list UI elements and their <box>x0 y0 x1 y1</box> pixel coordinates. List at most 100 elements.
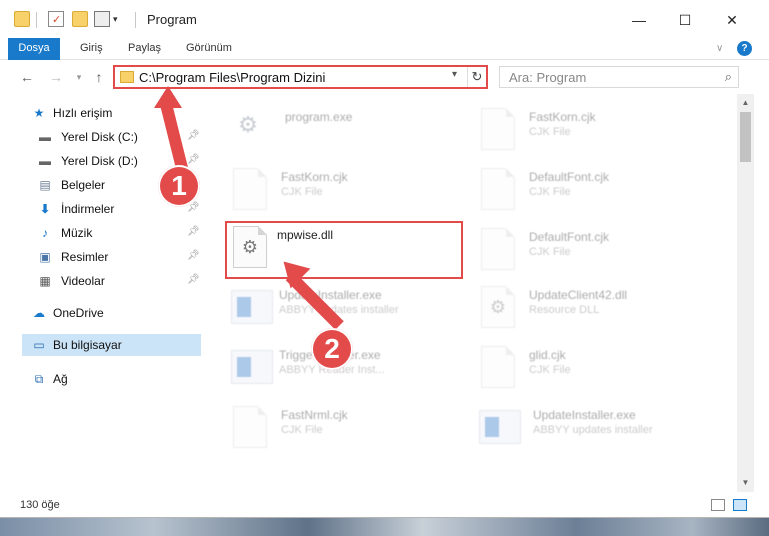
desktop-background <box>0 518 769 536</box>
tab-view[interactable]: Görünüm <box>186 38 232 60</box>
divider <box>135 12 136 28</box>
scroll-thumb[interactable] <box>740 112 751 162</box>
maximize-button[interactable]: ☐ <box>670 8 700 32</box>
properties-icon[interactable]: ✓ <box>48 11 64 27</box>
videos-icon: ▦ <box>39 274 51 288</box>
application-icon <box>231 290 273 324</box>
chevron-down-icon[interactable]: ▾ <box>452 69 457 80</box>
collapse-ribbon-icon[interactable]: ∨ <box>716 38 723 60</box>
file-type: CJK File <box>281 186 323 198</box>
file-type: ABBYY updates installer <box>279 304 399 316</box>
scroll-up-icon[interactable]: ▲ <box>737 96 754 110</box>
divider <box>36 12 37 28</box>
file-icon <box>233 168 267 210</box>
minimize-button[interactable]: — <box>624 8 654 32</box>
tab-file[interactable]: Dosya <box>8 38 60 60</box>
highlight-box <box>225 221 463 279</box>
file-type: Resource DLL <box>529 304 600 316</box>
tab-home[interactable]: Giriş <box>80 38 103 60</box>
sidebar-item-label: Videolar <box>61 274 105 288</box>
up-button[interactable]: ↑ <box>90 68 108 86</box>
file-item[interactable]: glid.cjk CJK File <box>481 342 721 400</box>
drive-icon: ▬ <box>39 154 51 168</box>
window-title: Program <box>147 12 197 27</box>
file-name: UpdateInstaller.exe <box>533 408 636 422</box>
view-icon[interactable] <box>94 11 110 27</box>
pin-icon[interactable]: 📌︎ <box>187 226 200 237</box>
file-item[interactable]: UpdateInstaller.exe ABBYY updates instal… <box>231 282 471 340</box>
search-icon[interactable]: ⌕ <box>725 69 732 85</box>
file-type: CJK File <box>529 186 571 198</box>
file-icon <box>481 168 515 210</box>
file-name: DefaultFont.cjk <box>529 170 610 184</box>
file-item[interactable]: DefaultFont.cjk CJK File <box>481 164 721 222</box>
file-type: CJK File <box>281 424 323 436</box>
drive-icon: ▬ <box>39 130 51 144</box>
application-icon <box>479 410 521 444</box>
sidebar-item-label: İndirmeler <box>61 202 115 216</box>
refresh-icon[interactable]: ↻ <box>467 67 486 87</box>
cloud-icon: ☁ <box>33 306 45 320</box>
sidebar-item-label: Yerel Disk (C:) <box>61 130 138 144</box>
file-icon <box>233 406 267 448</box>
sidebar-item-label: Resimler <box>61 250 109 264</box>
pin-icon[interactable]: 📌︎ <box>187 154 200 165</box>
scroll-down-icon[interactable]: ▼ <box>737 476 754 490</box>
explorer-window: ✓ ▾ Program — ☐ ✕ Dosya Giriş Paylaş Gör… <box>0 0 769 518</box>
sidebar-item-label: OneDrive <box>53 306 104 320</box>
sidebar-item-network[interactable]: ⧉ Ağ <box>0 368 205 390</box>
sidebar-item-this-pc[interactable]: ▭ Bu bilgisayar <box>22 334 201 356</box>
search-input[interactable]: Ara: Program <box>509 70 586 85</box>
file-item[interactable]: UpdateInstaller.exe ABBYY updates instal… <box>479 402 719 460</box>
file-item[interactable]: DefaultFont.cjk CJK File <box>481 224 721 282</box>
file-name: program.exe <box>285 110 353 124</box>
file-type: CJK File <box>529 246 571 258</box>
search-box[interactable]: Ara: Program ⌕ <box>499 66 739 88</box>
file-name: glid.cjk <box>529 348 566 362</box>
application-icon <box>231 350 273 384</box>
dll-gear-icon: ⚙ <box>481 286 515 328</box>
file-type: ABBYY updates installer <box>533 424 653 436</box>
file-item[interactable]: FastKorn.cjk CJK File <box>481 104 721 162</box>
pin-icon[interactable]: 📌︎ <box>187 274 200 285</box>
vertical-scrollbar[interactable]: ▲ ▼ <box>737 94 754 492</box>
large-icons-view-icon[interactable] <box>733 499 747 511</box>
recent-locations-icon[interactable]: ▾ <box>70 68 88 86</box>
help-icon[interactable]: ? <box>737 41 752 56</box>
item-count: 130 öğe <box>20 499 60 511</box>
details-view-icon[interactable] <box>711 499 725 511</box>
sidebar-item-label: Bu bilgisayar <box>53 338 122 352</box>
file-item[interactable]: ⚙ UpdateClient42.dll Resource DLL <box>481 282 721 340</box>
file-name: DefaultFont.cjk <box>529 230 610 244</box>
file-item[interactable]: FastKorn.cjk CJK File <box>233 164 473 222</box>
star-icon: ★ <box>33 106 45 120</box>
file-list: ⚙ program.exe FastKorn.cjk CJK File Fast… <box>205 94 737 492</box>
close-button[interactable]: ✕ <box>717 8 747 32</box>
pictures-icon: ▣ <box>39 250 51 264</box>
customize-quick-access-icon[interactable]: ▾ <box>113 11 129 27</box>
back-button[interactable]: ← <box>18 68 36 86</box>
documents-icon: ▤ <box>39 178 51 192</box>
music-icon: ♪ <box>42 226 48 240</box>
sidebar-item-onedrive[interactable]: ☁ OneDrive <box>0 302 205 324</box>
title-bar: ✓ ▾ Program — ☐ ✕ <box>0 0 769 38</box>
sidebar-item-label: Ağ <box>53 372 68 386</box>
ribbon-tabs: Dosya Giriş Paylaş Görünüm ∨ ? <box>0 38 769 60</box>
sidebar-item-pictures[interactable]: ▣ Resimler 📌︎ <box>0 246 205 268</box>
file-type: CJK File <box>529 364 571 376</box>
pin-icon[interactable]: 📌︎ <box>187 130 200 141</box>
file-item[interactable]: ⚙ program.exe <box>233 104 473 162</box>
tab-share[interactable]: Paylaş <box>128 38 161 60</box>
status-bar: 130 öğe <box>0 492 769 517</box>
forward-button[interactable]: → <box>47 68 65 86</box>
sidebar-item-videos[interactable]: ▦ Videolar 📌︎ <box>0 270 205 292</box>
file-item[interactable]: FastNrml.cjk CJK File <box>233 402 473 460</box>
sidebar-item-label: Müzik <box>61 226 93 240</box>
sidebar-item-music[interactable]: ♪ Müzik 📌︎ <box>0 222 205 244</box>
sidebar-item-label: Hızlı erişim <box>53 106 113 120</box>
address-path[interactable]: C:\Program Files\Program Dizini <box>139 70 325 85</box>
new-folder-icon[interactable] <box>72 11 88 27</box>
pin-icon[interactable]: 📌︎ <box>187 250 200 261</box>
folder-icon[interactable] <box>14 11 30 27</box>
file-type: CJK File <box>529 126 571 138</box>
